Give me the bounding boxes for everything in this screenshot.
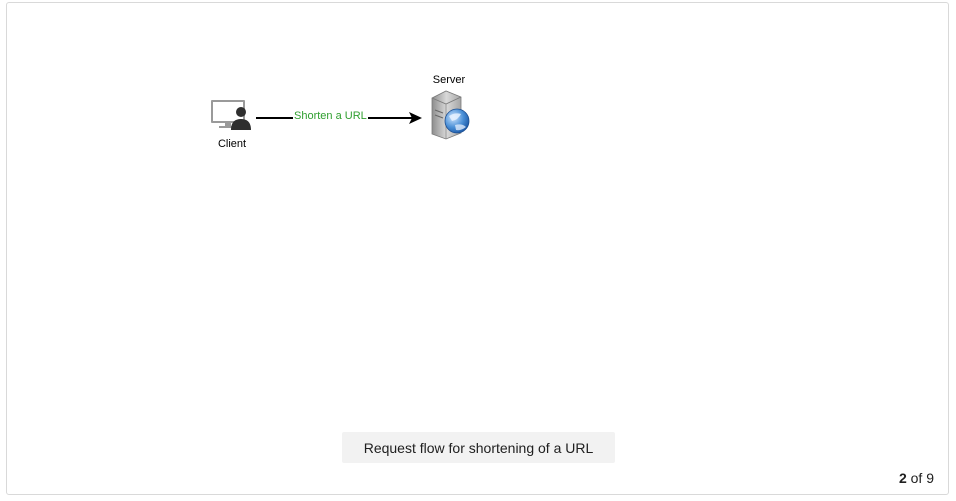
client-icon [211, 100, 251, 130]
caption-text: Request flow for shortening of a URL [363, 439, 594, 456]
slide-pager: 2 of 9 [899, 470, 934, 486]
server-icon [431, 90, 470, 140]
client-label: Client [217, 138, 247, 150]
pager-current: 2 [898, 470, 907, 486]
diagram-caption: Request flow for shortening of a URL [342, 432, 615, 463]
edge-label: Shorten a URL [293, 110, 368, 122]
flow-diagram [211, 90, 470, 140]
pager-separator: of [910, 470, 923, 486]
server-label: Server [432, 74, 466, 86]
pager-total: 9 [926, 470, 934, 486]
